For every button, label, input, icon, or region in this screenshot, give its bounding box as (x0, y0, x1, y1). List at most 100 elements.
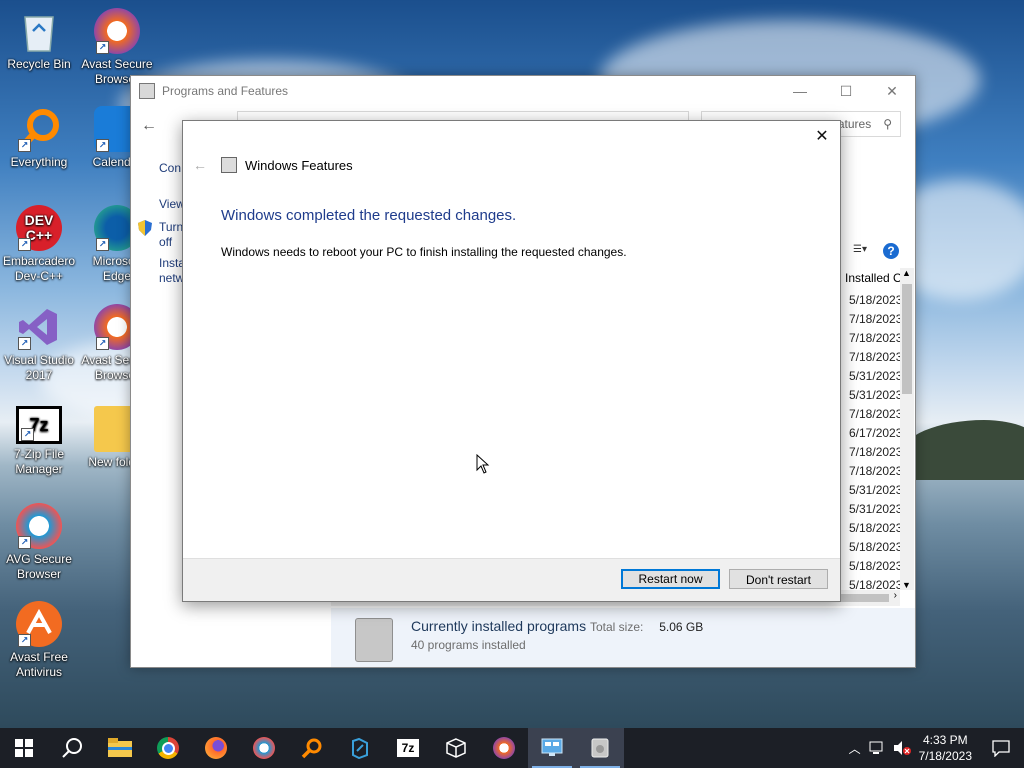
table-row[interactable]: 5/31/2023 (849, 500, 901, 519)
everything-shortcut[interactable]: ↗ Everything (0, 106, 78, 170)
avast-antivirus-icon: ↗ (16, 601, 62, 647)
table-row[interactable]: 5/18/2023 (849, 291, 901, 310)
taskbar-package[interactable] (432, 728, 480, 768)
mouse-cursor-icon (476, 454, 490, 474)
programs-count: 40 programs installed (411, 638, 526, 652)
shortcut-arrow-icon: ↗ (18, 337, 31, 350)
shortcut-arrow-icon: ↗ (18, 238, 31, 251)
taskbar-firefox[interactable] (192, 728, 240, 768)
windows-features-dialog[interactable]: ✕ ← Windows Features Windows completed t… (182, 120, 841, 602)
table-row[interactable]: 5/18/2023 (849, 557, 901, 576)
taskbar-7zip[interactable]: 7z (384, 728, 432, 768)
minimize-button[interactable]: — (777, 76, 823, 106)
7zip-icon: 7z ↗ (16, 406, 62, 444)
shortcut-arrow-icon: ↗ (96, 139, 109, 152)
table-row[interactable]: 5/31/2023 (849, 367, 901, 386)
close-button[interactable]: ✕ (869, 76, 915, 106)
firefox-icon (205, 737, 227, 759)
taskbar-programs-features[interactable] (576, 728, 624, 768)
details-title: Currently installed programs Total size:… (411, 618, 703, 634)
clock[interactable]: 4:33 PM 7/18/2023 (919, 732, 972, 764)
table-row[interactable]: 7/18/2023 (849, 443, 901, 462)
dialog-footer: Restart now Don't restart (183, 558, 840, 601)
file-explorer-icon (108, 738, 132, 757)
chrome-icon (157, 737, 179, 759)
table-row[interactable]: 7/18/2023 (849, 310, 901, 329)
table-row[interactable]: 5/18/2023 (849, 538, 901, 557)
avast-antivirus-shortcut[interactable]: ↗ Avast Free Antivirus (0, 601, 78, 680)
volume-muted-icon[interactable] (893, 740, 911, 756)
taskbar-chrome[interactable] (144, 728, 192, 768)
uac-shield-icon (138, 220, 152, 236)
dont-restart-button[interactable]: Don't restart (729, 569, 828, 589)
windows-logo-icon (15, 739, 33, 757)
dialog-header: ← Windows Features (193, 157, 353, 173)
shortcut-arrow-icon: ↗ (96, 238, 109, 251)
table-row[interactable]: 7/18/2023 (849, 329, 901, 348)
taskbar-control-panel[interactable] (528, 728, 576, 768)
windows-features-icon (221, 157, 237, 173)
desktop-icon-label: Everything (10, 155, 68, 169)
table-row[interactable]: 6/17/2023 (849, 424, 901, 443)
scrollbar-thumb[interactable] (902, 284, 912, 394)
taskbar-file-explorer[interactable] (96, 728, 144, 768)
column-header-installed-on[interactable]: Installed O (845, 268, 905, 288)
taskbar-avast-browser[interactable] (480, 728, 528, 768)
desktop-icon-label: Visual Studio 2017 (4, 353, 74, 382)
avg-browser-icon: ↗ (16, 503, 62, 549)
table-row[interactable]: 7/18/2023 (849, 462, 901, 481)
table-row[interactable]: 7/18/2023 (849, 348, 901, 367)
details-name: Currently installed programs (411, 618, 587, 634)
programs-features-icon (591, 738, 609, 758)
side-link-label: netw (159, 271, 185, 285)
table-row[interactable]: 5/18/2023 (849, 519, 901, 538)
desktop-icon-label: Embarcadero Dev-C++ (2, 254, 76, 283)
taskbar-visual-studio[interactable] (336, 728, 384, 768)
7zip-shortcut[interactable]: 7z ↗ 7-Zip File Manager (0, 406, 78, 477)
taskbar-avg-browser[interactable] (240, 728, 288, 768)
avast-browser-icon (493, 737, 515, 759)
network-icon[interactable] (869, 741, 887, 755)
action-center-icon[interactable] (992, 739, 1010, 757)
visual-studio-shortcut[interactable]: ↗ Visual Studio 2017 (0, 304, 78, 383)
desktop-icon-label: AVG Secure Browser (6, 552, 72, 581)
back-arrow-icon[interactable]: ← (141, 117, 157, 135)
view-options-icon[interactable]: ☰▾ (853, 244, 867, 255)
window-title: Programs and Features (162, 84, 289, 98)
control-panel-icon (139, 83, 155, 99)
shortcut-arrow-icon: ↗ (96, 337, 109, 350)
table-row[interactable]: 5/31/2023 (849, 386, 901, 405)
island (900, 420, 1024, 480)
close-icon[interactable]: ✕ (812, 127, 832, 147)
start-button[interactable] (0, 728, 48, 768)
shortcut-arrow-icon: ↗ (21, 428, 34, 441)
devcpp-icon: DEV C++ ↗ (16, 205, 62, 251)
search-icon (62, 738, 82, 758)
shortcut-arrow-icon: ↗ (18, 139, 31, 152)
recycle-bin-icon (16, 8, 62, 54)
maximize-button[interactable]: ☐ (823, 76, 869, 106)
recycle-bin-shortcut[interactable]: Recycle Bin (0, 8, 78, 72)
restart-now-button[interactable]: Restart now (621, 569, 720, 589)
table-row[interactable]: 7/18/2023 (849, 405, 901, 424)
details-pane: Currently installed programs Total size:… (331, 608, 915, 667)
shortcut-arrow-icon: ↗ (18, 536, 31, 549)
dialog-title: Windows Features (245, 157, 353, 173)
vertical-scrollbar[interactable]: ▲ ▼ (900, 268, 914, 590)
side-link-label: off (159, 235, 173, 249)
scroll-right-icon[interactable]: › (894, 590, 897, 601)
scroll-up-icon[interactable]: ▲ (902, 268, 911, 278)
table-row[interactable]: 5/31/2023 (849, 481, 901, 500)
back-arrow-icon[interactable]: ← (193, 157, 207, 173)
7zip-icon: 7z (397, 739, 419, 757)
avg-browser-shortcut[interactable]: ↗ AVG Secure Browser (0, 503, 78, 582)
window-titlebar[interactable]: Programs and Features — ☐ ✕ (131, 76, 915, 106)
taskbar-everything[interactable] (288, 728, 336, 768)
chevron-up-icon[interactable]: ︿ (849, 740, 861, 757)
devcpp-shortcut[interactable]: DEV C++ ↗ Embarcadero Dev-C++ (0, 205, 78, 284)
search-icon: ⚲ (883, 117, 892, 131)
scroll-down-icon[interactable]: ▼ (902, 580, 911, 590)
search-button[interactable] (48, 728, 96, 768)
package-icon (446, 738, 466, 758)
help-icon[interactable]: ? (883, 243, 899, 259)
